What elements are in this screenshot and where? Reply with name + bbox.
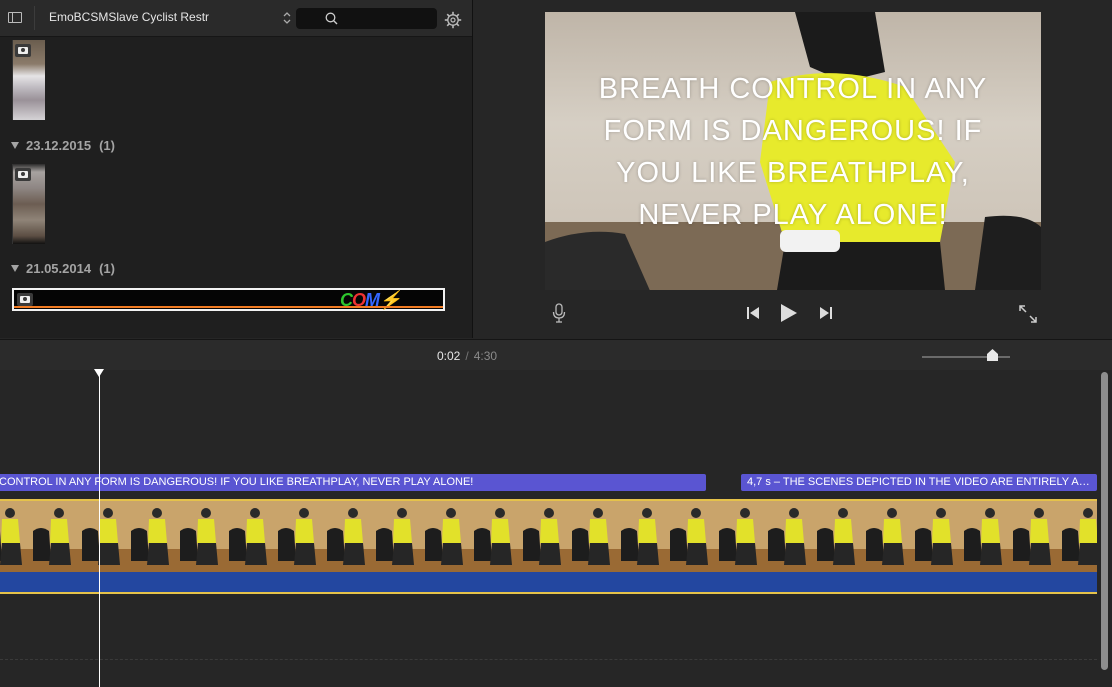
disclosure-triangle-icon[interactable]	[11, 142, 19, 149]
skip-back-icon[interactable]	[746, 306, 760, 320]
film-frame	[813, 501, 862, 572]
title-overlay: BREATH CONTROL IN ANY FORM IS DANGEROUS!…	[545, 68, 1041, 236]
film-frame	[862, 501, 911, 572]
magnifier-icon	[325, 12, 338, 25]
film-frame	[568, 501, 617, 572]
selected-clip[interactable]: COM⚡	[12, 288, 445, 311]
film-frame	[764, 501, 813, 572]
play-icon[interactable]	[780, 303, 798, 323]
film-frame	[176, 501, 225, 572]
film-frame	[372, 501, 421, 572]
time-separator: /	[465, 349, 469, 363]
film-frame	[78, 501, 127, 572]
film-frame	[470, 501, 519, 572]
timeline[interactable]: CONTROL IN ANY FORM IS DANGEROUS! IF YOU…	[0, 370, 1112, 687]
group-count: (1)	[99, 138, 115, 153]
film-frame	[421, 501, 470, 572]
film-frame	[715, 501, 764, 572]
film-frame	[274, 501, 323, 572]
group-date: 23.12.2015	[26, 138, 92, 153]
timeline-scrollbar[interactable]	[1101, 372, 1108, 670]
clip-thumbnail[interactable]	[12, 40, 45, 120]
title-clip[interactable]: 4,7 s – THE SCENES DEPICTED IN THE VIDEO…	[741, 474, 1097, 491]
date-group-header[interactable]: 23.12.2015 (1)	[11, 138, 115, 153]
film-frame	[617, 501, 666, 572]
clip-progress-line	[14, 306, 443, 308]
current-time: 0:02	[437, 349, 461, 363]
video-preview[interactable]: BREATH CONTROL IN ANY FORM IS DANGEROUS!…	[545, 12, 1041, 290]
film-frame	[225, 501, 274, 572]
timeline-header: 0:02 / 4:30	[0, 339, 1112, 371]
film-frame	[323, 501, 372, 572]
film-frame	[1058, 501, 1097, 572]
library-title[interactable]: EmoBCSMSlave Cyclist Restr	[49, 10, 274, 24]
disclosure-triangle-icon[interactable]	[11, 265, 19, 272]
film-frame	[911, 501, 960, 572]
viewer-panel: BREATH CONTROL IN ANY FORM IS DANGEROUS!…	[473, 0, 1112, 338]
microphone-icon[interactable]	[552, 303, 566, 323]
group-date: 21.05.2014	[26, 261, 92, 276]
clip-thumbnail[interactable]	[12, 164, 45, 244]
film-frame	[0, 501, 29, 572]
skip-forward-icon[interactable]	[819, 306, 833, 320]
total-time: 4:30	[473, 349, 498, 363]
fullscreen-icon[interactable]	[1019, 305, 1037, 323]
track-divider	[0, 659, 1097, 660]
overlay-line: BREATH CONTROL IN ANY	[598, 73, 988, 105]
zoom-slider-knob[interactable]	[987, 349, 998, 361]
video-clip[interactable]	[0, 499, 1097, 572]
camera-icon	[17, 293, 33, 306]
overlay-line: FORM IS DANGEROUS! IF	[603, 115, 983, 147]
audio-track[interactable]	[0, 572, 1097, 594]
film-frame	[519, 501, 568, 572]
library-panel: EmoBCSMSlave Cyclist Restr 23.12.2015 (1…	[0, 0, 473, 338]
toolbar-divider	[34, 6, 35, 30]
timecode: 0:02 / 4:30	[437, 349, 497, 363]
gear-icon[interactable]	[444, 11, 462, 29]
overlay-line: YOU LIKE BREATHPLAY,	[616, 157, 970, 189]
sidebar-icon[interactable]	[8, 12, 22, 23]
camera-icon	[15, 168, 31, 181]
search-input[interactable]	[296, 8, 437, 29]
playhead-handle[interactable]	[94, 369, 104, 377]
film-frame	[29, 501, 78, 572]
film-frame	[666, 501, 715, 572]
library-toolbar: EmoBCSMSlave Cyclist Restr	[0, 0, 472, 37]
film-frame	[960, 501, 1009, 572]
playhead[interactable]	[99, 370, 100, 687]
film-frame	[1009, 501, 1058, 572]
film-frame	[127, 501, 176, 572]
updown-chevron-icon[interactable]	[282, 11, 292, 25]
group-count: (1)	[99, 261, 115, 276]
overlay-line: NEVER PLAY ALONE!	[638, 199, 948, 231]
date-group-header[interactable]: 21.05.2014 (1)	[11, 261, 115, 276]
title-clip[interactable]: CONTROL IN ANY FORM IS DANGEROUS! IF YOU…	[0, 474, 706, 491]
camera-icon	[15, 44, 31, 57]
